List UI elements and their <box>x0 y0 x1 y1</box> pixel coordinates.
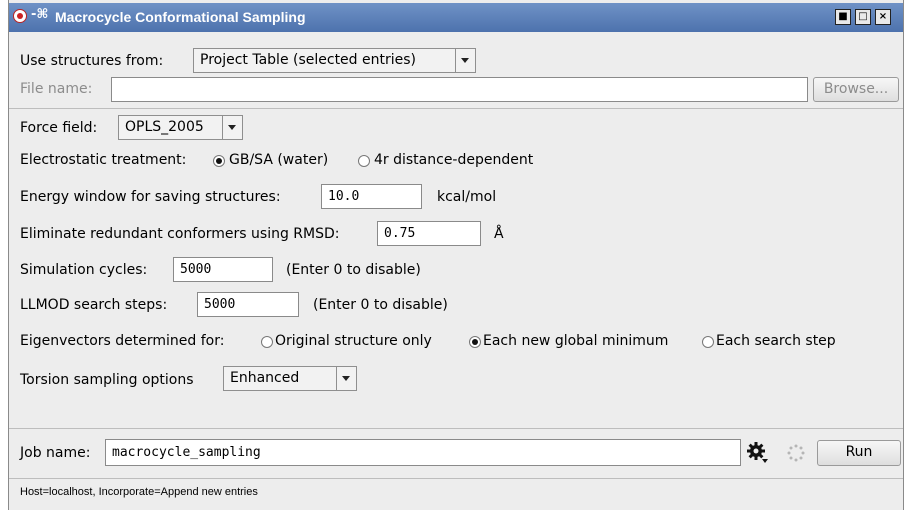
rmsd-label: Eliminate redundant conformers using RMS… <box>20 226 340 242</box>
rmsd-unit: Å <box>494 226 504 242</box>
force-field-select[interactable]: OPLS_2005 <box>118 115 243 140</box>
radio-4r-label[interactable]: 4r distance-dependent <box>374 152 533 168</box>
source-select[interactable]: Project Table (selected entries) <box>193 48 476 73</box>
browse-button[interactable]: Browse... <box>813 77 899 102</box>
radio-original-structure-label[interactable]: Original structure only <box>275 333 432 349</box>
llmod-steps-label: LLMOD search steps: <box>20 297 168 313</box>
force-field-selected-value: OPLS_2005 <box>125 119 204 135</box>
maximize-icon[interactable]: □ <box>855 9 871 25</box>
job-name-input[interactable]: macrocycle_sampling <box>105 439 741 466</box>
simulation-cycles-input[interactable]: 5000 <box>173 257 273 282</box>
chevron-down-icon[interactable] <box>455 49 475 72</box>
radio-gbsa-label[interactable]: GB/SA (water) <box>229 152 328 168</box>
chevron-down-icon[interactable] <box>222 116 242 139</box>
energy-unit: kcal/mol <box>437 189 497 205</box>
divider <box>9 428 903 429</box>
title-bar[interactable]: -⌘ Macrocycle Conformational Sampling ■ … <box>9 3 903 32</box>
minimize-icon[interactable]: ■ <box>835 9 851 25</box>
radio-each-search-step-label[interactable]: Each search step <box>716 333 836 349</box>
force-field-label: Force field: <box>20 120 98 136</box>
gear-icon[interactable] <box>745 440 769 464</box>
llmod-steps-hint: (Enter 0 to disable) <box>313 297 448 313</box>
torsion-sampling-label: Torsion sampling options <box>20 372 194 388</box>
radio-4r[interactable] <box>358 155 370 167</box>
file-name-label: File name: <box>20 81 93 97</box>
radio-each-global-minimum-label[interactable]: Each new global minimum <box>483 333 668 349</box>
status-text: Host=localhost, Incorporate=Append new e… <box>20 486 258 498</box>
file-name-input[interactable] <box>111 77 808 102</box>
torsion-sampling-selected-value: Enhanced <box>230 370 300 386</box>
chevron-down-icon[interactable] <box>336 367 356 390</box>
spinner-icon <box>787 444 805 462</box>
source-selected-value: Project Table (selected entries) <box>200 52 417 68</box>
source-label: Use structures from: <box>20 53 164 69</box>
radio-original-structure[interactable] <box>261 336 273 348</box>
simulation-cycles-label: Simulation cycles: <box>20 262 148 278</box>
radio-gbsa[interactable] <box>213 155 225 167</box>
torsion-sampling-select[interactable]: Enhanced <box>223 366 357 391</box>
run-button[interactable]: Run <box>817 440 901 466</box>
simulation-cycles-hint: (Enter 0 to disable) <box>286 262 421 278</box>
rmsd-input[interactable]: 0.75 <box>377 221 481 246</box>
llmod-steps-input[interactable]: 5000 <box>197 292 299 317</box>
divider <box>9 108 903 109</box>
divider <box>9 478 903 479</box>
energy-window-label: Energy window for saving structures: <box>20 189 281 205</box>
radio-each-search-step[interactable] <box>702 336 714 348</box>
close-icon[interactable]: × <box>875 9 891 25</box>
eigenvectors-label: Eigenvectors determined for: <box>20 333 225 349</box>
energy-window-input[interactable]: 10.0 <box>321 184 422 209</box>
main-window: -⌘ Macrocycle Conformational Sampling ■ … <box>8 0 904 510</box>
app-icon[interactable] <box>13 9 27 23</box>
radio-each-global-minimum[interactable] <box>469 336 481 348</box>
electrostatic-label: Electrostatic treatment: <box>20 152 187 168</box>
pin-icon[interactable]: -⌘ <box>31 7 48 22</box>
window-title: Macrocycle Conformational Sampling <box>55 9 306 25</box>
job-name-label: Job name: <box>20 445 91 461</box>
